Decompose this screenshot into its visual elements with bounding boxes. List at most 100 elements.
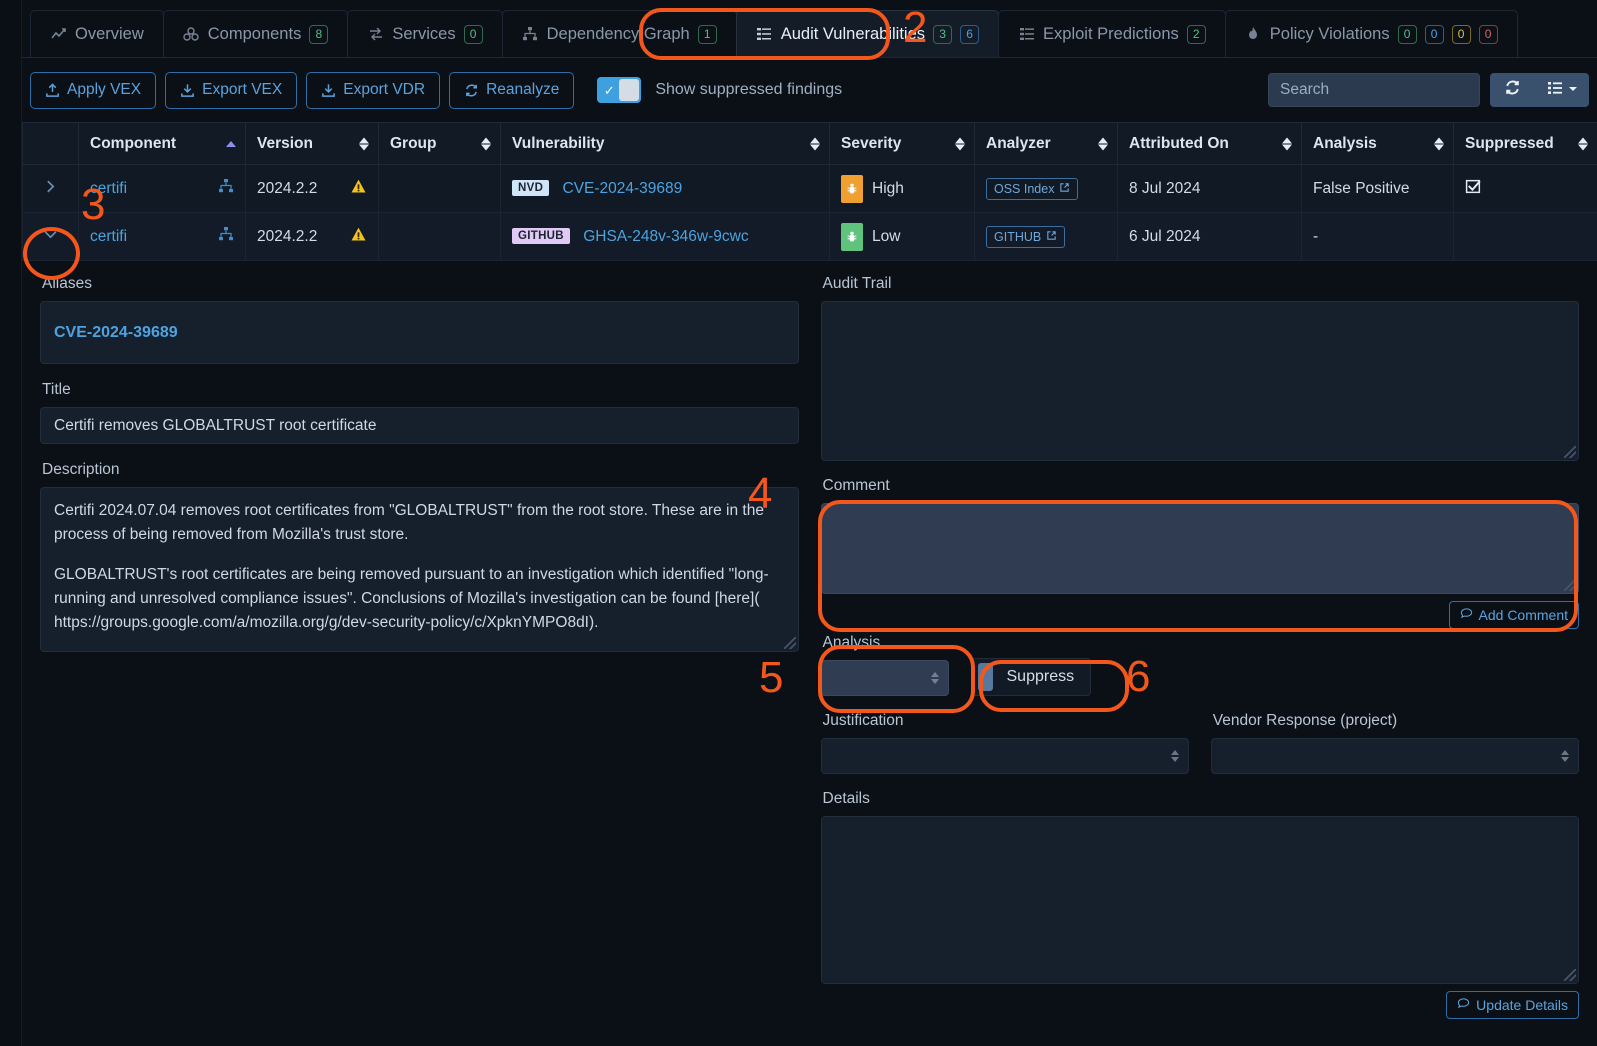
row-expander[interactable]: [22, 164, 79, 213]
details-textarea[interactable]: [820, 816, 1579, 984]
justification-select[interactable]: [820, 738, 1189, 774]
detail-right-column: Audit Trail Comment Add Comment Analysis…: [820, 275, 1579, 1019]
suppress-label: Suppress: [1006, 668, 1075, 685]
tab-label: Services: [392, 24, 456, 43]
download-icon: [321, 83, 336, 98]
audit-trail-textarea[interactable]: [820, 301, 1579, 461]
analysis-select[interactable]: [820, 660, 949, 696]
analyzer-link[interactable]: OSS Index: [986, 177, 1079, 200]
row-expander[interactable]: [22, 212, 79, 261]
button-label: Apply VEX: [67, 81, 142, 98]
justification-label: Justification: [822, 712, 904, 729]
component-link[interactable]: certifi: [90, 180, 127, 198]
sort-arrows: [955, 137, 965, 150]
col-suppressed[interactable]: Suppressed: [1453, 122, 1597, 165]
select-arrows-icon: [1561, 750, 1569, 762]
sort-arrows: [1434, 137, 1444, 150]
col-severity[interactable]: Severity: [829, 122, 975, 165]
analyzer-link[interactable]: GITHUB: [986, 225, 1066, 248]
aliases-box: CVE-2024-39689: [40, 301, 799, 364]
apply-vex-button[interactable]: Apply VEX: [30, 71, 157, 109]
col-attributed-on[interactable]: Attributed On: [1117, 122, 1302, 165]
col-version[interactable]: Version: [245, 122, 379, 165]
cell-version: 2024.2.2: [245, 212, 379, 261]
analysis-field-wrap: Analysis: [820, 634, 949, 696]
vendor-response-field-wrap: Vendor Response (project): [1210, 712, 1579, 774]
audit-trail-wrap: [820, 301, 1579, 461]
tab-label: Policy Violations: [1269, 24, 1390, 43]
reanalyze-button[interactable]: Reanalyze: [449, 71, 575, 109]
cell-severity: High: [829, 164, 975, 213]
suppress-toggle[interactable]: Suppress: [970, 658, 1092, 696]
table-row[interactable]: certifi 2024.2.2: [22, 212, 1597, 261]
tab-badge: 2: [1186, 24, 1206, 44]
update-details-button[interactable]: Update Details: [1446, 991, 1579, 1019]
flame-icon: [1245, 26, 1262, 43]
justification-vendor-row: Justification Vendor Response (project): [820, 712, 1579, 774]
refresh-table-button[interactable]: [1490, 73, 1535, 107]
vulnerability-link[interactable]: GHSA-248v-346w-9cwc: [583, 228, 748, 245]
col-analyzer[interactable]: Analyzer: [974, 122, 1118, 165]
cell-suppressed: [1453, 164, 1597, 213]
show-suppressed-toggle[interactable]: ✓: [597, 77, 642, 103]
cell-attributed-on: 8 Jul 2024: [1117, 164, 1302, 213]
comment-icon: [1457, 997, 1470, 1013]
component-link[interactable]: certifi: [90, 228, 127, 246]
analysis-label: Analysis: [822, 634, 881, 651]
tab-audit-vulnerabilities[interactable]: Audit Vulnerabilities 3 6: [735, 10, 1000, 57]
checked-box-icon: [1465, 179, 1482, 199]
tab-policy-violations[interactable]: Policy Violations 0 0 0 0: [1224, 10, 1518, 57]
tab-bar: Overview Components 8 Services 0 Depende…: [22, 0, 1597, 58]
description-wrap: Certifi 2024.07.04 removes root certific…: [40, 487, 799, 652]
comment-textarea[interactable]: [820, 503, 1579, 594]
comment-icon: [1460, 607, 1473, 623]
button-label: Reanalyze: [486, 81, 560, 98]
cell-analysis: False Positive: [1301, 164, 1454, 213]
table-header-row: Component Version Group Vulnerability Se…: [22, 122, 1597, 165]
tab-badge: 0: [1478, 24, 1498, 44]
table-row[interactable]: certifi 2024.2.2: [22, 164, 1597, 213]
tab-badge: 6: [960, 24, 980, 44]
toolbar: Apply VEX Export VEX Export VDR Reanalyz…: [22, 58, 1597, 122]
col-analysis[interactable]: Analysis: [1301, 122, 1454, 165]
audit-trail-label: Audit Trail: [822, 275, 892, 292]
cell-component: certifi: [78, 164, 246, 213]
sort-arrows: [1578, 137, 1588, 150]
bug-icon: [841, 222, 863, 251]
col-component[interactable]: Component: [78, 122, 246, 165]
show-suppressed-label: Show suppressed findings: [655, 81, 843, 98]
bug-icon: [841, 174, 863, 203]
source-badge: GITHUB: [512, 228, 570, 245]
tab-components[interactable]: Components 8: [162, 10, 349, 57]
tab-label: Overview: [75, 24, 144, 43]
analyzer-label: OSS Index: [994, 181, 1055, 196]
update-details-label: Update Details: [1476, 997, 1568, 1013]
tab-label: Audit Vulnerabilities: [780, 24, 926, 43]
column-chooser-button[interactable]: [1535, 73, 1589, 107]
col-label: Severity: [841, 134, 902, 152]
vulnerability-link[interactable]: CVE-2024-39689: [563, 180, 683, 197]
export-vdr-button[interactable]: Export VDR: [306, 71, 441, 109]
tab-exploit-predictions[interactable]: Exploit Predictions 2: [998, 10, 1226, 57]
search-input[interactable]: [1268, 73, 1480, 107]
cell-analyzer: GITHUB: [974, 212, 1118, 261]
vendor-response-select[interactable]: [1210, 738, 1579, 774]
alias-link[interactable]: CVE-2024-39689: [54, 324, 178, 342]
refresh-icon: [1504, 79, 1521, 101]
tab-overview[interactable]: Overview: [30, 10, 164, 57]
details-wrap: [820, 816, 1579, 984]
warning-triangle-icon: [350, 226, 367, 248]
export-vex-button[interactable]: Export VEX: [165, 71, 298, 109]
title-label: Title: [42, 381, 71, 398]
col-label: Analysis: [1313, 134, 1377, 152]
vendor-response-label: Vendor Response (project): [1212, 712, 1398, 729]
col-group[interactable]: Group: [378, 122, 501, 165]
tab-services[interactable]: Services 0: [347, 10, 503, 57]
update-details-row: Update Details: [821, 991, 1579, 1019]
source-badge: NVD: [512, 180, 550, 197]
tab-dependency-graph[interactable]: Dependency Graph 1: [501, 10, 737, 57]
add-comment-button[interactable]: Add Comment: [1448, 601, 1579, 629]
col-vulnerability[interactable]: Vulnerability: [500, 122, 830, 165]
tab-label: Components: [207, 24, 302, 43]
sitemap-icon: [218, 178, 234, 199]
